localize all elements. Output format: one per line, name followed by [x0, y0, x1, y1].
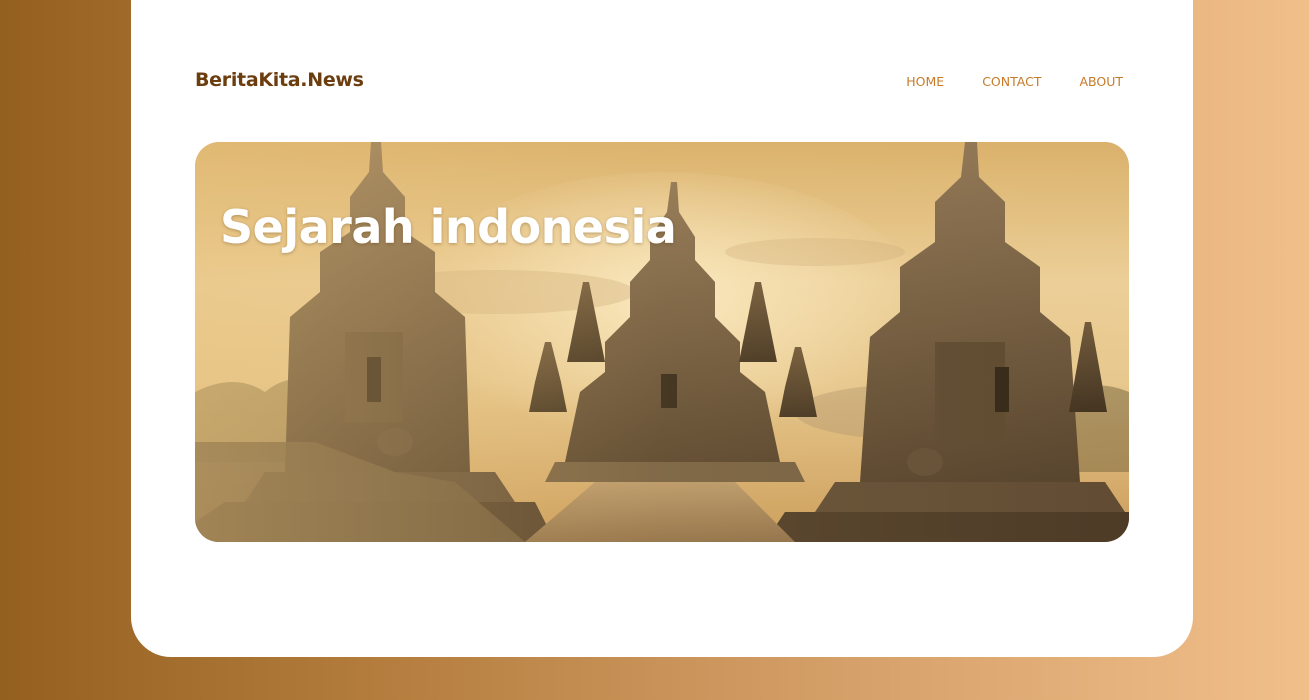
hero-banner: Sejarah indonesia: [195, 142, 1129, 542]
nav-about-link[interactable]: ABOUT: [1079, 74, 1123, 89]
nav-home-link[interactable]: HOME: [906, 74, 944, 89]
nav-contact-link[interactable]: CONTACT: [982, 74, 1041, 89]
site-header: BeritaKita.News HOME CONTACT ABOUT: [195, 64, 1123, 100]
site-logo[interactable]: BeritaKita.News: [195, 69, 364, 91]
main-nav: HOME CONTACT ABOUT: [868, 74, 1123, 89]
hero-title: Sejarah indonesia: [220, 200, 677, 254]
